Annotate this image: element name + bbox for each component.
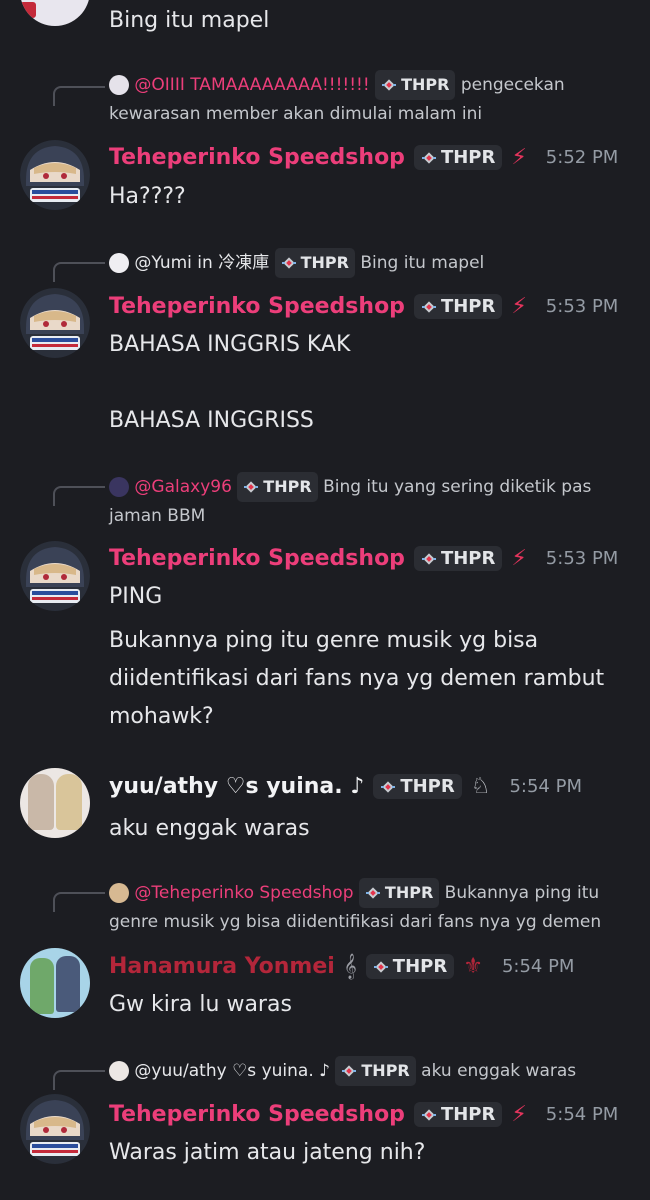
- diamond-icon: [381, 77, 397, 93]
- avatar-yuu[interactable]: [20, 768, 90, 838]
- message-text: BAHASA INGGRISS: [109, 408, 314, 433]
- message-text: Waras jatim atau jateng nih?: [109, 1140, 426, 1165]
- reply-text: pengecekan: [460, 75, 565, 95]
- avatar-helmet[interactable]: [20, 1094, 90, 1164]
- timestamp: 5:53 PM: [545, 296, 619, 317]
- reply-preview[interactable]: @Teheperinko Speedshop THPR Bukannya pin…: [109, 878, 629, 936]
- message-text: Bukannya ping itu genre musik yg bisa: [109, 628, 539, 653]
- reply-text-cont: kewarasan member akan dimulai malam ini: [109, 104, 483, 124]
- reply-connector: [53, 486, 105, 506]
- timestamp: 5:54 PM: [545, 1104, 619, 1125]
- reply-text: Bing itu mapel: [360, 253, 485, 273]
- message-text: PING: [109, 584, 163, 609]
- diamond-icon: [365, 885, 381, 901]
- role-tag: THPR: [413, 294, 503, 319]
- reply-connector: [53, 86, 105, 106]
- role-tag: THPR: [413, 546, 503, 571]
- reply-avatar: [109, 477, 129, 497]
- reply-author: @Galaxy96: [134, 477, 232, 497]
- message-text: Ha????: [109, 184, 186, 209]
- reply-author: @yuu/athy ♡s yuina. ♪: [134, 1061, 330, 1081]
- timestamp: 5:53 PM: [545, 548, 619, 569]
- timestamp: 5:54 PM: [501, 956, 575, 977]
- diamond-icon: [380, 779, 396, 795]
- role-icon: ⚡: [511, 1102, 527, 1127]
- avatar-helmet[interactable]: [20, 288, 90, 358]
- diamond-icon: [281, 255, 297, 271]
- reply-author: @Teheperinko Speedshop: [134, 883, 354, 903]
- reply-connector: [53, 262, 105, 282]
- reply-text: Bing itu yang sering diketik pas: [323, 477, 592, 497]
- role-icon: ⚡: [511, 294, 527, 319]
- reply-text: aku enggak waras: [421, 1061, 577, 1081]
- author-name[interactable]: Teheperinko Speedshop: [109, 145, 405, 170]
- reply-avatar: [109, 883, 129, 903]
- reply-author: @OIIII TAMAAAAAAAA!!!!!!!: [134, 75, 370, 95]
- badge-icon: ♘: [470, 774, 491, 799]
- role-tag: THPR: [413, 145, 503, 170]
- reply-avatar: [109, 75, 129, 95]
- diamond-icon: [243, 479, 259, 495]
- diamond-icon: [421, 299, 437, 315]
- author-name[interactable]: Teheperinko Speedshop: [109, 546, 405, 571]
- diamond-icon: [421, 150, 437, 166]
- diamond-icon: [373, 959, 389, 975]
- role-tag: THPR: [274, 248, 355, 278]
- diamond-icon: [341, 1063, 357, 1079]
- message-text: Gw kira lu waras: [109, 992, 292, 1017]
- reply-preview[interactable]: @yuu/athy ♡s yuina. ♪ THPR aku enggak wa…: [109, 1056, 629, 1086]
- author-name[interactable]: yuu/athy ♡s yuina. ♪: [109, 774, 364, 799]
- role-tag: THPR: [413, 1102, 503, 1127]
- reply-preview[interactable]: @OIIII TAMAAAAAAAA!!!!!!! THPR pengeceka…: [109, 70, 629, 128]
- author-name[interactable]: Teheperinko Speedshop: [109, 294, 405, 319]
- role-tag: THPR: [373, 774, 462, 799]
- timestamp: 5:52 PM: [545, 147, 619, 168]
- message-text: diidentifikasi dari fans nya yg demen ra…: [109, 666, 605, 691]
- role-tag: THPR: [237, 472, 318, 502]
- reply-text-cont: genre musik yg bisa diidentifikasi dari …: [109, 912, 602, 932]
- reply-text: Bukannya ping itu: [444, 883, 600, 903]
- reply-author: @Yumi in 冷凍庫: [134, 253, 270, 273]
- avatar-hanamura[interactable]: [20, 948, 90, 1018]
- message-text: mohawk?: [109, 704, 214, 729]
- role-tag: THPR: [365, 954, 455, 979]
- role-icon: ⚜: [463, 954, 483, 979]
- reply-avatar: [109, 1061, 129, 1081]
- reply-preview[interactable]: @Yumi in 冷凍庫 THPR Bing itu mapel: [109, 248, 629, 278]
- avatar-top-partial[interactable]: [20, 0, 90, 26]
- message-text: aku enggak waras: [109, 816, 310, 841]
- author-name[interactable]: Teheperinko Speedshop: [109, 1102, 405, 1127]
- message-text: Bing itu mapel: [109, 8, 270, 33]
- message-text: BAHASA INGGRIS KAK: [109, 332, 351, 357]
- reply-connector: [53, 1070, 105, 1090]
- diamond-icon: [421, 1107, 437, 1123]
- avatar-helmet[interactable]: [20, 541, 90, 611]
- role-tag: THPR: [375, 70, 456, 100]
- reply-text-cont: jaman BBM: [109, 506, 206, 526]
- avatar-helmet[interactable]: [20, 140, 90, 210]
- diamond-icon: [421, 551, 437, 567]
- reply-connector: [53, 892, 105, 912]
- reply-avatar: [109, 253, 129, 273]
- role-icon: ⚡: [511, 546, 527, 571]
- role-tag: THPR: [335, 1056, 416, 1086]
- author-name[interactable]: Hanamura Yonmei: [109, 954, 335, 979]
- role-tag: THPR: [358, 878, 440, 908]
- music-icon: 𝄞: [343, 954, 357, 979]
- timestamp: 5:54 PM: [509, 776, 582, 797]
- reply-preview[interactable]: @Galaxy96 THPR Bing itu yang sering dike…: [109, 472, 629, 530]
- role-icon: ⚡: [511, 145, 527, 170]
